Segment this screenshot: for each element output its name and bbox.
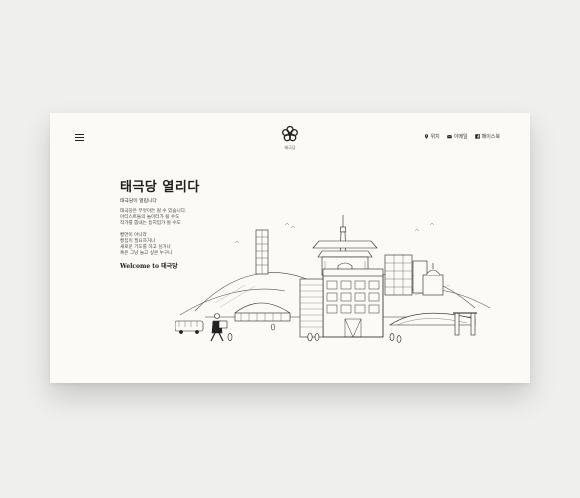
nav-label-location: 위치 [430,134,440,140]
welcome-text: Welcome to 태극당 [120,263,178,270]
nav-label-email: 이메일 [453,134,468,140]
top-nav: 위치 이메일 페이스북 [424,133,500,140]
map-pin-icon [424,134,428,139]
flower-logo-icon [282,125,298,142]
second-line: 혹은 그냥 놀고 싶은 누구나 [120,251,173,256]
nav-item-location[interactable]: 위치 [424,133,440,140]
nav-item-email[interactable]: 이메일 [446,133,468,140]
facebook-icon [474,134,480,139]
page-card: 태극당 위치 이메일 페이스북 태극당 열리다 태극당이 열립니다 태극당은 무… [50,113,530,383]
logo[interactable]: 태극당 [277,124,303,151]
nav-label-facebook: 페이스북 [481,134,500,140]
page-title: 태극당 열리다 [120,180,200,195]
logo-text: 태극당 [284,145,296,150]
city-illustration [175,215,491,343]
menu-icon[interactable] [75,134,84,141]
nav-item-facebook[interactable]: 페이스북 [474,133,500,140]
mail-icon [446,134,452,139]
second-paragraph: 빵만이 아니라 빵집이 필요하거나 새로운 기도를 하고 싶거나 혹은 그냥 놀… [120,233,172,257]
subtitle: 태극당이 열립니다 [120,199,157,204]
